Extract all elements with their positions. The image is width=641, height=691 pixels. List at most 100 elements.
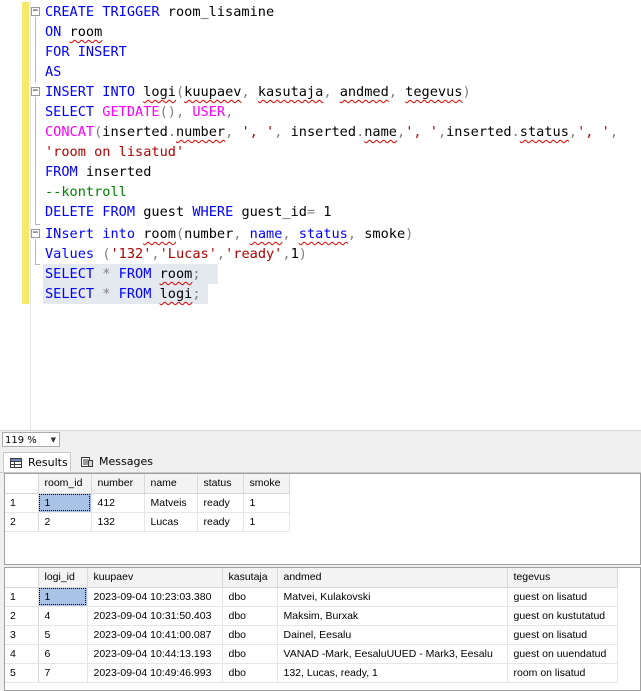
result-grid-room[interactable]: room_id number name status smoke 1 1 412…: [4, 473, 641, 565]
result-grid-logi[interactable]: logi_id kuupaev kasutaja andmed tegevus …: [4, 567, 641, 691]
code-line[interactable]: ON room: [45, 22, 102, 42]
table-row[interactable]: 1 1 412 Matveis ready 1: [5, 493, 290, 513]
grid-cell[interactable]: Dainel, Eesalu: [277, 625, 508, 645]
column-header[interactable]: number: [91, 474, 145, 494]
token: ,: [397, 124, 406, 140]
column-header[interactable]: andmed: [277, 568, 508, 588]
grid-corner[interactable]: [5, 474, 39, 494]
code-line[interactable]: INsert into room(number, name, status, s…: [45, 224, 413, 244]
code-line[interactable]: SELECT * FROM room;: [45, 264, 201, 284]
fold-end: [35, 264, 40, 265]
grid-cell[interactable]: 5: [38, 625, 88, 645]
token: FROM: [45, 164, 78, 180]
zoom-dropdown[interactable]: 119 % ▼: [2, 432, 60, 447]
grid-corner[interactable]: [5, 568, 39, 588]
tab-messages[interactable]: Messages: [75, 452, 153, 472]
grid-cell[interactable]: 2023-09-04 10:41:00.087: [87, 625, 223, 645]
code-line[interactable]: INSERT INTO logi(kuupaev, kasutaja, andm…: [45, 82, 471, 102]
grid-cell[interactable]: guest on kustutatud: [507, 606, 618, 626]
column-header[interactable]: kuupaev: [87, 568, 223, 588]
grid-cell[interactable]: 2023-09-04 10:31:50.403: [87, 606, 223, 626]
grid-cell[interactable]: ready: [197, 493, 244, 513]
token: =: [306, 204, 316, 220]
grid-cell[interactable]: guest on lisatud: [507, 625, 618, 645]
row-number[interactable]: 2: [5, 512, 39, 532]
code-line[interactable]: --kontroll: [45, 182, 127, 202]
table-row[interactable]: 3 5 2023-09-04 10:41:00.087 dbo Dainel, …: [5, 625, 618, 645]
token: status: [519, 124, 569, 140]
table-row[interactable]: 2 2 132 Lucas ready 1: [5, 512, 290, 532]
query-editor[interactable]: − − − CREATE TRIGGER room_lisamine ON ro…: [0, 0, 641, 430]
grid-cell[interactable]: VANAD -Mark, EesaluUUED - Mark3, Eesalu: [277, 644, 508, 664]
code-line[interactable]: 'room on lisatud': [45, 142, 184, 162]
column-header[interactable]: tegevus: [507, 568, 618, 588]
grid-cell[interactable]: Matvei, Kulakovski: [277, 587, 508, 607]
grid-cell[interactable]: 6: [38, 644, 88, 664]
column-header[interactable]: room_id: [38, 474, 92, 494]
grid-cell[interactable]: dbo: [222, 606, 278, 626]
grid-cell[interactable]: 132: [91, 512, 145, 532]
token: ', ': [241, 124, 275, 140]
editor-margin: [0, 0, 22, 430]
collapse-icon[interactable]: −: [31, 87, 40, 96]
token: ,: [282, 226, 291, 242]
code-line[interactable]: FOR INSERT: [45, 42, 127, 62]
token: ;: [192, 266, 201, 282]
grid-cell[interactable]: dbo: [222, 625, 278, 645]
grid-cell[interactable]: room on lisatud: [507, 663, 618, 683]
code-line[interactable]: SELECT * FROM logi;: [45, 284, 201, 304]
code-line[interactable]: CONCAT(inserted.number, ', ', inserted.n…: [45, 122, 618, 142]
tab-messages-label: Messages: [99, 455, 153, 468]
grid-cell[interactable]: 1: [38, 493, 92, 513]
grid-cell[interactable]: 1: [38, 587, 88, 607]
grid-cell[interactable]: guest on uuendatud: [507, 644, 618, 664]
grid-cell[interactable]: dbo: [222, 587, 278, 607]
column-header[interactable]: smoke: [243, 474, 290, 494]
grid-cell[interactable]: Matveis: [144, 493, 198, 513]
tab-results[interactable]: Results: [3, 452, 71, 472]
row-number[interactable]: 5: [5, 663, 39, 683]
grid-cell[interactable]: Maksim, Burxak: [277, 606, 508, 626]
grid-cell[interactable]: 132, Lucas, ready, 1: [277, 663, 508, 683]
grid-cell[interactable]: Lucas: [144, 512, 198, 532]
collapse-icon[interactable]: −: [31, 7, 40, 16]
token: GETDATE: [102, 104, 160, 120]
grid-cell[interactable]: dbo: [222, 663, 278, 683]
grid-cell[interactable]: 412: [91, 493, 145, 513]
code-line[interactable]: AS: [45, 62, 61, 82]
collapse-icon[interactable]: −: [31, 229, 40, 238]
row-number[interactable]: 3: [5, 625, 39, 645]
row-number[interactable]: 1: [5, 587, 39, 607]
table-row[interactable]: 1 1 2023-09-04 10:23:03.380 dbo Matvei, …: [5, 587, 618, 607]
token: ,: [282, 246, 291, 262]
column-header[interactable]: logi_id: [38, 568, 88, 588]
row-number[interactable]: 1: [5, 493, 39, 513]
code-line[interactable]: DELETE FROM guest WHERE guest_id= 1: [45, 202, 331, 222]
code-line[interactable]: Values ('132','Lucas','ready',1): [45, 244, 307, 264]
code-line[interactable]: CREATE TRIGGER room_lisamine: [45, 2, 274, 22]
grid-cell[interactable]: 2023-09-04 10:49:46.993: [87, 663, 223, 683]
chevron-down-icon[interactable]: ▼: [51, 433, 56, 448]
code-line[interactable]: SELECT GETDATE(), USER,: [45, 102, 233, 122]
grid-cell[interactable]: 1: [243, 512, 290, 532]
table-row[interactable]: 4 6 2023-09-04 10:44:13.193 dbo VANAD -M…: [5, 644, 618, 664]
token: (),: [159, 104, 185, 120]
grid-cell[interactable]: 2023-09-04 10:44:13.193: [87, 644, 223, 664]
grid-cell[interactable]: 4: [38, 606, 88, 626]
grid-cell[interactable]: 2023-09-04 10:23:03.380: [87, 587, 223, 607]
grid-cell[interactable]: guest on lisatud: [507, 587, 618, 607]
grid-cell[interactable]: 2: [38, 512, 92, 532]
row-number[interactable]: 2: [5, 606, 39, 626]
grid-cell[interactable]: dbo: [222, 644, 278, 664]
code-line[interactable]: FROM inserted: [45, 162, 151, 182]
horizontal-scrollbar[interactable]: [64, 435, 639, 445]
grid-cell[interactable]: 7: [38, 663, 88, 683]
table-row[interactable]: 2 4 2023-09-04 10:31:50.403 dbo Maksim, …: [5, 606, 618, 626]
column-header[interactable]: name: [144, 474, 198, 494]
row-number[interactable]: 4: [5, 644, 39, 664]
table-row[interactable]: 5 7 2023-09-04 10:49:46.993 dbo 132, Luc…: [5, 663, 618, 683]
grid-cell[interactable]: 1: [243, 493, 290, 513]
column-header[interactable]: kasutaja: [222, 568, 278, 588]
column-header[interactable]: status: [197, 474, 244, 494]
grid-cell[interactable]: ready: [197, 512, 244, 532]
